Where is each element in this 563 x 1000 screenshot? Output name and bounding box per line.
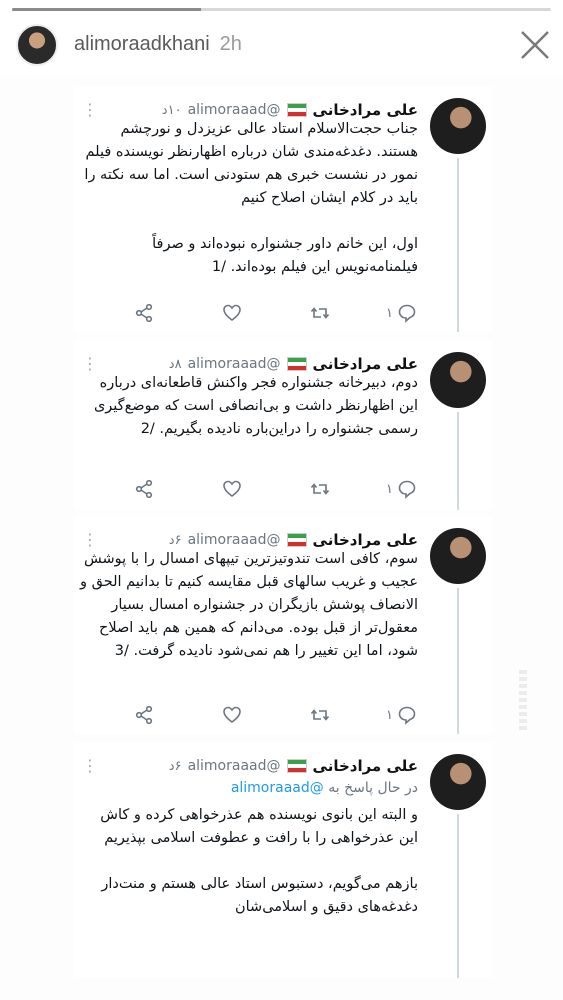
like-button[interactable] xyxy=(222,300,242,326)
close-icon[interactable] xyxy=(518,28,552,62)
reply-button[interactable]: ۱ xyxy=(386,476,417,502)
retweet-icon xyxy=(310,483,330,495)
share-button[interactable] xyxy=(134,702,154,728)
tweet-card[interactable]: ⋮ علی مرادخانی @alimoraaad ۸د دوم، دبیرخ… xyxy=(74,340,492,510)
thread-line xyxy=(457,814,459,978)
story-progress-fill xyxy=(12,8,201,11)
share-icon xyxy=(135,705,153,725)
tweet-header: علی مرادخانی @alimoraaad ۶د xyxy=(169,754,418,778)
tweet-actions: ۱ xyxy=(74,300,492,326)
watermark xyxy=(519,670,527,730)
more-options-icon[interactable]: ⋮ xyxy=(82,756,98,775)
share-button[interactable] xyxy=(134,300,154,326)
story-progress-bar xyxy=(12,8,551,11)
story-username-row[interactable]: alimoraadkhani 2h xyxy=(74,33,242,56)
author-handle[interactable]: @alimoraaad xyxy=(188,356,281,372)
tweet-time: ۱۰د xyxy=(161,102,182,118)
comment-icon xyxy=(398,480,416,499)
reply-button[interactable]: ۱ xyxy=(386,300,417,326)
heart-icon xyxy=(223,706,241,723)
reply-count: ۱ xyxy=(386,481,393,497)
author-handle[interactable]: @alimoraaad xyxy=(188,102,281,118)
iran-flag-icon xyxy=(286,357,307,371)
replying-to: در حال پاسخ به @alimoraaad xyxy=(231,780,418,796)
tweet-card[interactable]: ⋮ علی مرادخانی @alimoraaad ۱۰د جناب حجت‌… xyxy=(74,86,492,332)
author-handle[interactable]: @alimoraaad xyxy=(188,758,281,774)
avatar[interactable] xyxy=(430,98,486,154)
heart-icon xyxy=(223,304,241,321)
tweet-text: جناب حجت‌الاسلام استاد عالی عزیزدل و نور… xyxy=(84,121,418,275)
author-name[interactable]: علی مرادخانی xyxy=(313,531,418,549)
tweet-time: ۶د xyxy=(168,532,182,548)
replying-to-mention[interactable]: @alimoraaad xyxy=(231,780,324,796)
heart-icon xyxy=(223,480,241,497)
author-handle[interactable]: @alimoraaad xyxy=(188,532,281,548)
author-name[interactable]: علی مرادخانی xyxy=(313,757,418,775)
author-name[interactable]: علی مرادخانی xyxy=(313,355,418,373)
tweet-text: و البته این بانوی نویسنده هم عذرخواهی کر… xyxy=(100,807,418,915)
retweet-button[interactable] xyxy=(310,300,330,326)
like-button[interactable] xyxy=(222,702,242,728)
reply-count: ۱ xyxy=(386,305,393,321)
story-header: alimoraadkhani 2h xyxy=(0,0,563,76)
like-button[interactable] xyxy=(222,476,242,502)
tweet-time: ۶د xyxy=(168,758,182,774)
author-name[interactable]: علی مرادخانی xyxy=(313,101,418,119)
avatar[interactable] xyxy=(430,754,486,810)
story-avatar[interactable] xyxy=(16,24,58,66)
iran-flag-icon xyxy=(286,533,307,547)
share-icon xyxy=(135,479,153,499)
retweet-icon xyxy=(310,709,330,721)
tweet-card[interactable]: ⋮ علی مرادخانی @alimoraaad ۶د در حال پاس… xyxy=(74,742,492,978)
avatar[interactable] xyxy=(430,528,486,584)
reply-button[interactable]: ۱ xyxy=(386,702,417,728)
iran-flag-icon xyxy=(286,759,307,773)
tweet-text: سوم، کافی است تندوتیزترین تیپهای امسال ر… xyxy=(80,551,418,659)
iran-flag-icon xyxy=(286,103,307,117)
comment-icon xyxy=(398,706,416,725)
retweet-button[interactable] xyxy=(310,476,330,502)
more-options-icon[interactable]: ⋮ xyxy=(82,100,98,119)
share-button[interactable] xyxy=(134,476,154,502)
avatar[interactable] xyxy=(430,352,486,408)
tweet-text: دوم، دبیرخانه جشنواره فجر واکنش قاطعانه‌… xyxy=(93,375,418,437)
share-icon xyxy=(135,303,153,323)
tweet-actions: ۱ xyxy=(74,702,492,728)
retweet-button[interactable] xyxy=(310,702,330,728)
replying-to-label: در حال پاسخ به xyxy=(328,780,418,796)
story-time: 2h xyxy=(219,33,242,55)
comment-icon xyxy=(398,304,416,323)
tweet-actions: ۱ xyxy=(74,476,492,502)
tweet-time: ۸د xyxy=(168,356,182,372)
more-options-icon[interactable]: ⋮ xyxy=(82,354,98,373)
tweet-card[interactable]: ⋮ علی مرادخانی @alimoraaad ۶د سوم، کافی … xyxy=(74,516,492,734)
more-options-icon[interactable]: ⋮ xyxy=(82,530,98,549)
reply-count: ۱ xyxy=(386,707,393,723)
story-username[interactable]: alimoraadkhani xyxy=(74,33,210,55)
retweet-icon xyxy=(310,307,330,319)
